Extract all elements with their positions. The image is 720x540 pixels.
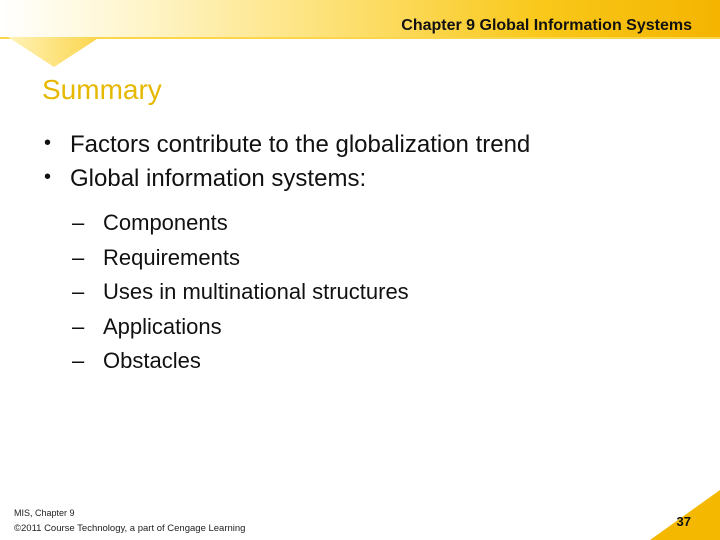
- bullet-text: Global information systems:: [70, 165, 367, 192]
- dash-icon: –: [72, 313, 85, 339]
- dash-icon: –: [72, 210, 85, 235]
- page-number: 37: [676, 514, 691, 529]
- bullet-text: Factors contribute to the globalization …: [70, 131, 531, 158]
- bullet-icon: •: [44, 166, 52, 188]
- page-title: Summary: [42, 74, 162, 105]
- header-divider: [0, 37, 720, 39]
- footer-copyright: ©2011 Course Technology, a part of Cenga…: [14, 523, 246, 534]
- sub-bullet-text: Obstacles: [103, 348, 201, 373]
- sub-bullet-text: Components: [103, 210, 228, 235]
- dash-icon: –: [72, 348, 85, 373]
- header-band: Chapter 9 Global Information Systems: [0, 0, 720, 38]
- sub-bullet-text: Uses in multinational structures: [103, 279, 409, 304]
- sub-bullet-text: Applications: [103, 313, 222, 339]
- dash-icon: –: [72, 279, 85, 304]
- header-notch-decoration: [8, 37, 100, 67]
- slide: Chapter 9 Global Information Systems Sum…: [0, 0, 720, 540]
- sub-bullet-text: Requirements: [103, 244, 240, 270]
- header-title: Chapter 9 Global Information Systems: [401, 17, 692, 34]
- dash-icon: –: [72, 244, 85, 270]
- bullet-icon: •: [44, 132, 52, 154]
- footer-chapter-label: MIS, Chapter 9: [14, 508, 75, 518]
